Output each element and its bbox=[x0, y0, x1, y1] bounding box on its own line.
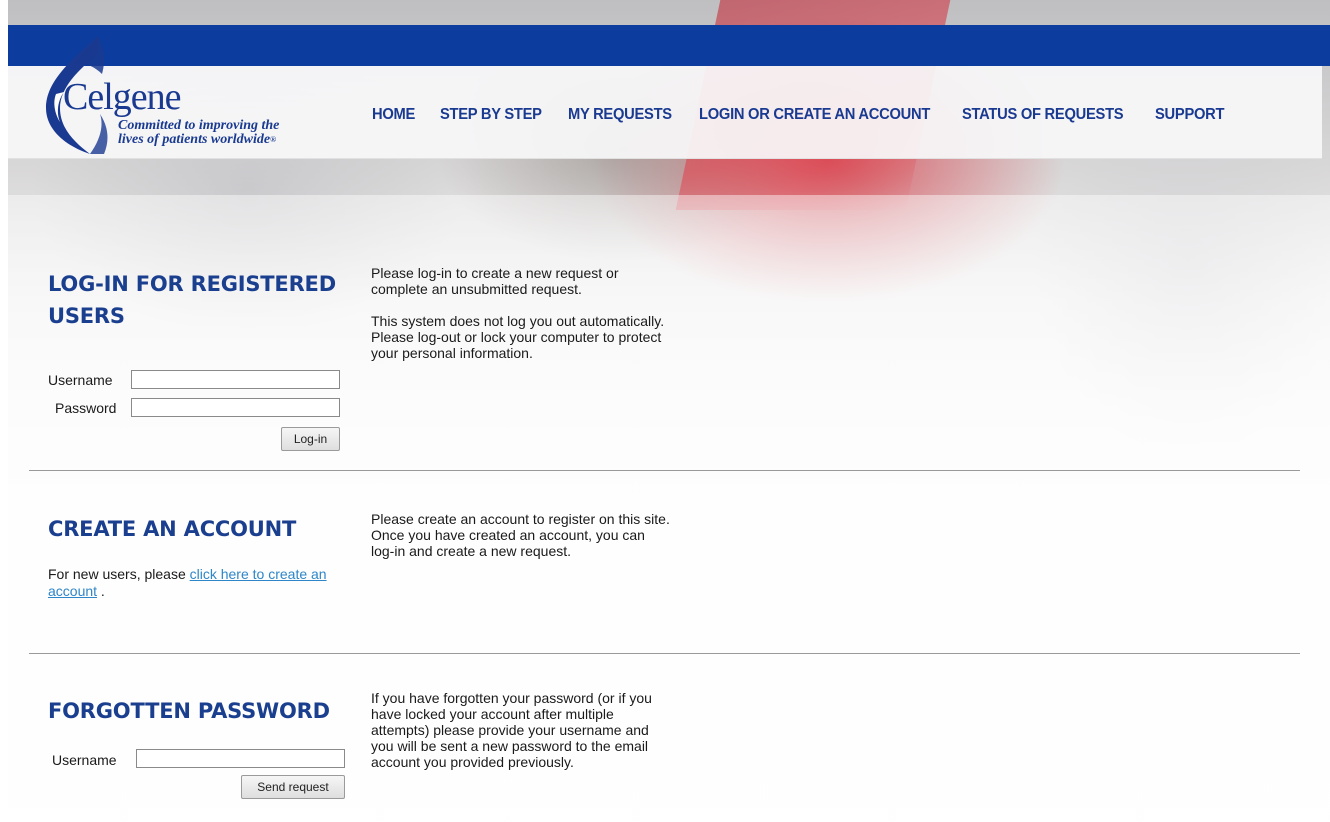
login-description-p1: Please log-in to create a new request or… bbox=[371, 265, 619, 297]
login-password-input[interactable] bbox=[131, 398, 340, 417]
forgot-username-label: Username bbox=[52, 752, 117, 768]
forgot-username-input[interactable] bbox=[136, 749, 345, 768]
login-username-input[interactable] bbox=[131, 370, 340, 389]
create-account-prompt: For new users, please click here to crea… bbox=[48, 566, 358, 600]
login-section-title: LOG-IN FOR REGISTERED USERS bbox=[48, 268, 336, 332]
create-account-prompt-prefix: For new users, please bbox=[48, 566, 190, 582]
main-content: LOG-IN FOR REGISTERED USERS Username Pas… bbox=[0, 0, 1330, 822]
forgotten-password-description: If you have forgotten your password (or … bbox=[371, 690, 652, 770]
login-description-p2: This system does not log you out automat… bbox=[371, 313, 665, 361]
create-account-prompt-suffix: . bbox=[97, 583, 105, 599]
create-account-title: CREATE AN ACCOUNT bbox=[48, 517, 297, 541]
section-divider bbox=[29, 653, 1300, 654]
forgotten-password-title: FORGOTTEN PASSWORD bbox=[48, 699, 330, 723]
send-request-button[interactable]: Send request bbox=[241, 775, 345, 799]
login-username-label: Username bbox=[48, 372, 113, 388]
login-password-label: Password bbox=[55, 400, 117, 416]
login-title-line2: USERS bbox=[48, 304, 125, 328]
login-title-line1: LOG-IN FOR REGISTERED bbox=[48, 272, 336, 296]
login-submit-button[interactable]: Log-in bbox=[281, 427, 340, 451]
login-description: Please log-in to create a new request or… bbox=[371, 265, 671, 377]
section-divider bbox=[29, 470, 1300, 471]
create-account-description: Please create an account to register on … bbox=[371, 511, 670, 559]
